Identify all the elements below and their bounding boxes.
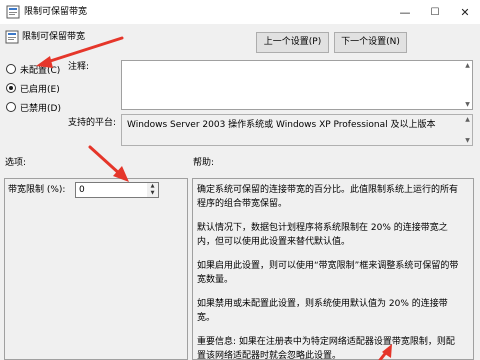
comment-label: 注释: — [68, 62, 90, 72]
bandwidth-limit-label: 带宽限制 (%): — [8, 185, 66, 195]
options-section-label: 选项: — [5, 158, 27, 168]
policy-name: 限制可保留带宽 — [22, 32, 86, 42]
platform-value: Windows Server 2003 操作系统或 Windows XP Pro… — [121, 114, 473, 146]
platform-text: Windows Server 2003 操作系统或 Windows XP Pro… — [127, 120, 436, 130]
window-title: 限制可保留带宽 — [24, 7, 88, 17]
radio-circle[interactable] — [6, 102, 16, 112]
annotation-arrow-bandwidth — [88, 145, 129, 182]
comment-textarea[interactable]: ▲ ▼ — [121, 60, 473, 110]
radio-not-configured[interactable]: 未配置(C) — [6, 62, 60, 76]
radio-enabled[interactable]: 已启用(E) — [6, 81, 60, 95]
help-text-panel: 确定系统可保留的连接带宽的百分比。此值限制系统上运行的所有程序的组合带宽保留。 … — [192, 178, 474, 360]
scroll-down-icon[interactable]: ▼ — [463, 136, 472, 145]
bandwidth-limit-value[interactable]: 0 — [79, 184, 85, 196]
radio-label: 已禁用(D) — [20, 103, 61, 114]
maximize-button[interactable]: ☐ — [420, 0, 450, 24]
next-setting-button[interactable]: 下一个设置(N) — [334, 32, 407, 53]
close-button[interactable]: ✕ — [450, 0, 480, 24]
options-panel — [4, 178, 188, 360]
help-section-label: 帮助: — [193, 158, 215, 168]
radio-label: 已启用(E) — [20, 84, 60, 95]
radio-circle[interactable] — [6, 83, 16, 93]
help-paragraph: 如果禁用或未配置此设置，则系统使用默认值为 20% 的连接带宽。 — [197, 299, 448, 323]
radio-circle[interactable] — [6, 64, 16, 74]
minimize-button[interactable]: — — [390, 0, 420, 24]
help-paragraph: 重要信息: 如果在注册表中为特定网络适配器设置带宽限制，则配置该网络适配器时就会… — [197, 337, 455, 360]
policy-setting-icon — [5, 30, 19, 44]
scroll-up-icon[interactable]: ▲ — [463, 115, 472, 124]
help-paragraph: 确定系统可保留的连接带宽的百分比。此值限制系统上运行的所有程序的组合带宽保留。 — [197, 185, 459, 209]
help-scrollbar[interactable] — [464, 179, 473, 359]
help-paragraph: 如果启用此设置，则可以使用“带宽限制”框来调整系统可保留的带宽数量。 — [197, 261, 459, 285]
bandwidth-limit-stepper[interactable]: 0 ▲ ▼ — [75, 182, 159, 198]
platform-label: 支持的平台: — [68, 118, 117, 128]
radio-disabled[interactable]: 已禁用(D) — [6, 100, 61, 114]
stepper-up-icon[interactable]: ▲ — [147, 183, 158, 190]
previous-setting-button[interactable]: 上一个设置(P) — [256, 32, 329, 53]
stepper-down-icon[interactable]: ▼ — [147, 190, 158, 197]
help-paragraph: 默认情况下，数据包计划程序将系统限制在 20% 的连接带宽之内，但可以使用此设置… — [197, 223, 448, 247]
scroll-down-icon[interactable]: ▼ — [463, 100, 472, 109]
scroll-up-icon[interactable]: ▲ — [463, 61, 472, 70]
policy-app-icon — [6, 5, 20, 19]
radio-label: 未配置(C) — [20, 65, 61, 76]
